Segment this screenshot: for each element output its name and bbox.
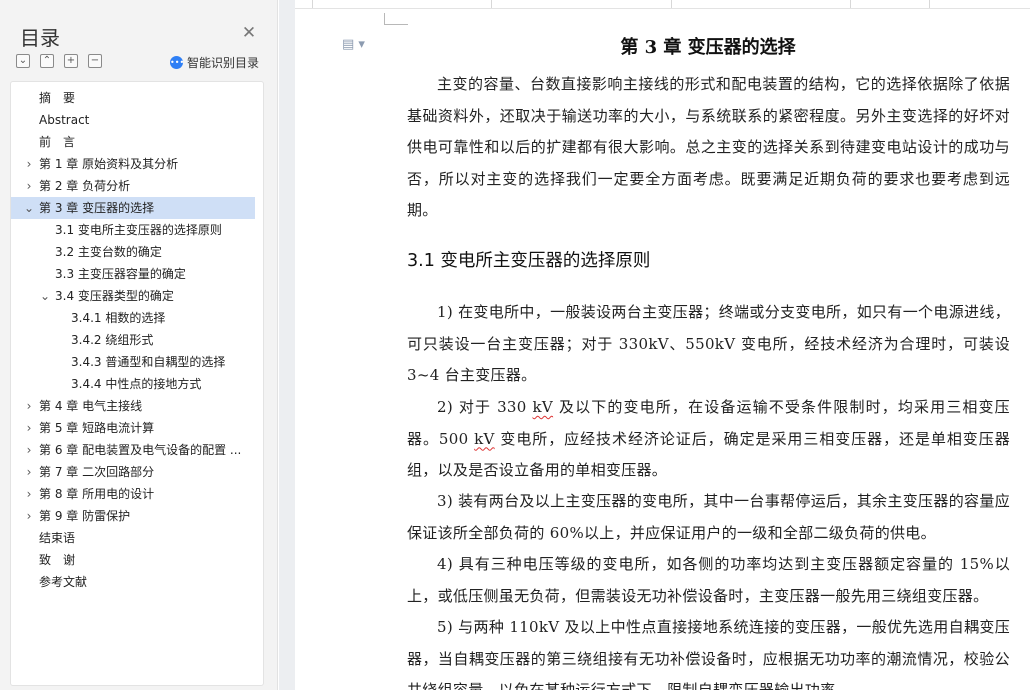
toc-item-label: 第 7 章 二次回路部分	[39, 465, 155, 479]
principle-paragraph-1: 1) 在变电所中，一般装设两台主变压器；终端或分支变电所，如只有一个电源进线，可…	[407, 303, 1010, 384]
toc-item-label: 第 8 章 所用电的设计	[39, 487, 155, 501]
remove-heading-icon[interactable]: −	[88, 54, 102, 68]
section-heading: 3.1 变电所主变压器的选择原则	[407, 251, 651, 271]
chevron-down-icon[interactable]: ⌄	[23, 197, 35, 219]
chevron-right-icon[interactable]: ›	[23, 153, 35, 175]
toc-item-label: 3.2 主变台数的确定	[55, 245, 162, 259]
document-icon[interactable]: ▤ ▾	[342, 37, 365, 52]
toc-item-label: 3.4.2 绕组形式	[71, 333, 154, 347]
toc-item-label: 第 1 章 原始资料及其分析	[39, 157, 179, 171]
toc-item[interactable]: 致 谢	[11, 549, 255, 571]
toc-item-label: 3.4 变压器类型的确定	[55, 289, 174, 303]
ruler-tick	[312, 0, 313, 8]
toc-item[interactable]: 前 言	[11, 131, 255, 153]
toc-item[interactable]: › 第 4 章 电气主接线	[11, 395, 255, 417]
spellcheck-kv-1: kV	[532, 398, 554, 416]
toc-item[interactable]: 3.4.3 普通型和自耦型的选择	[11, 351, 255, 373]
toc-item-label: 3.1 变电所主变压器的选择原则	[55, 223, 222, 237]
toc-item-label: 3.3 主变压器容量的确定	[55, 267, 186, 281]
toc-item[interactable]: 参考文献	[11, 571, 255, 593]
chevron-right-icon[interactable]: ›	[23, 175, 35, 197]
smart-toc-button[interactable]: ••• 智能识别目录	[170, 54, 259, 71]
principle-paragraph-2: 2) 对于 330 kV 及以下的变电所，在设备运输不受条件限制时，均采用三相变…	[407, 392, 1010, 487]
toc-item-label: 第 6 章 配电装置及电气设备的配置 ...	[39, 443, 242, 457]
ruler-tick	[850, 0, 851, 8]
toc-item[interactable]: 3.3 主变压器容量的确定	[11, 263, 255, 285]
chevron-right-icon[interactable]: ›	[23, 483, 35, 505]
toc-item[interactable]: › 第 7 章 二次回路部分	[11, 461, 255, 483]
nav-pane-title: 目录	[20, 26, 60, 50]
navigation-pane: 目录 ✕ ⌄ ⌃ + − ••• 智能识别目录 摘 要 Abstract 前 言 › 第…	[0, 0, 278, 690]
intro-paragraph: 主变的容量、台数直接影响主接线的形式和配电装置的结构，它的选择依据除了依据基础资…	[407, 75, 1010, 219]
ruler-tick	[929, 0, 930, 8]
toc-item-label: 第 9 章 防雷保护	[39, 509, 131, 523]
smart-toc-label: 智能识别目录	[187, 56, 260, 70]
chevron-right-icon[interactable]: ›	[23, 461, 35, 483]
toc-item-label: 第 3 章 变压器的选择	[39, 201, 155, 215]
toc-item[interactable]: 3.4.1 相数的选择	[11, 307, 255, 329]
toc-item[interactable]: 结束语	[11, 527, 255, 549]
collapse-all-icon[interactable]: ⌃	[40, 54, 54, 68]
toc-item-label: 3.4.3 普通型和自耦型的选择	[71, 355, 226, 369]
toc-item-label: 结束语	[39, 531, 76, 545]
toc-item-label: Abstract	[39, 113, 90, 127]
top-ruler	[295, 0, 1030, 9]
principle-paragraph-3: 3) 装有两台及以上主变压器的变电所，其中一台事帮停运后，其余主变压器的容量应保…	[407, 492, 1010, 542]
toc-item[interactable]: › 第 2 章 负荷分析	[11, 175, 255, 197]
chevron-right-icon[interactable]: ›	[23, 395, 35, 417]
toc-item[interactable]: 3.4.4 中性点的接地方式	[11, 373, 255, 395]
toc-item[interactable]: ⌄ 3.4 变压器类型的确定	[11, 285, 255, 307]
principle-paragraph-4: 4) 具有三种电压等级的变电所，如各侧的功率均达到主变压器额定容量的 15%以上…	[407, 555, 1010, 605]
ruler-tick	[671, 0, 672, 8]
toc-item[interactable]: ⌄ 第 3 章 变压器的选择	[11, 197, 255, 219]
toc-list: 摘 要 Abstract 前 言 › 第 1 章 原始资料及其分析 › 第 2 章 负荷分析…	[10, 81, 264, 686]
toc-item-label: 摘 要	[39, 91, 76, 105]
toc-item-label: 3.4.1 相数的选择	[71, 311, 166, 325]
toc-item[interactable]: 3.4.2 绕组形式	[11, 329, 255, 351]
principle-paragraph-5: 5) 与两种 110kV 及以上中性点直接接地系统连接的变压器，一般优先选用自耦…	[407, 618, 1010, 690]
toc-item[interactable]: › 第 5 章 短路电流计算	[11, 417, 255, 439]
toc-item[interactable]: › 第 8 章 所用电的设计	[11, 483, 255, 505]
chevron-right-icon[interactable]: ›	[23, 417, 35, 439]
p2-part-a: 2) 对于 330	[437, 398, 533, 416]
toc-item-label: 第 2 章 负荷分析	[39, 179, 131, 193]
chevron-right-icon[interactable]: ›	[23, 439, 35, 461]
toc-item[interactable]: Abstract	[11, 109, 255, 131]
toc-item-label: 参考文献	[39, 575, 88, 589]
chevron-down-icon[interactable]: ⌄	[39, 285, 51, 307]
toc-item-label: 3.4.4 中性点的接地方式	[71, 377, 202, 391]
chevron-right-icon[interactable]: ›	[23, 505, 35, 527]
p2-part-c: 变电所，应经技术经济论证后，确定是采用三相变压器，还是单相变压器组，以及是否设立…	[407, 429, 1011, 480]
toc-item[interactable]: 摘 要	[11, 87, 255, 109]
spellcheck-kv-2: kV	[474, 429, 495, 448]
toc-item-label: 致 谢	[39, 553, 76, 567]
page-corner-mark	[384, 13, 408, 25]
toc-item[interactable]: › 第 6 章 配电装置及电气设备的配置 ...	[11, 439, 255, 461]
toc-item-label: 第 4 章 电气主接线	[39, 399, 143, 413]
add-heading-icon[interactable]: +	[64, 54, 78, 68]
ruler-tick	[491, 0, 492, 8]
toc-toolbar: ⌄ ⌃ + −	[16, 54, 102, 70]
toc-item[interactable]: › 第 1 章 原始资料及其分析	[11, 153, 255, 175]
toc-item-label: 第 5 章 短路电流计算	[39, 421, 155, 435]
close-icon[interactable]: ✕	[240, 24, 258, 42]
chapter-title: 第 3 章 变压器的选择	[620, 37, 796, 58]
expand-all-icon[interactable]: ⌄	[16, 54, 30, 68]
smart-toc-icon: •••	[170, 56, 185, 69]
toc-item[interactable]: › 第 9 章 防雷保护	[11, 505, 255, 527]
toc-item[interactable]: 3.2 主变台数的确定	[11, 241, 255, 263]
toc-item[interactable]: 3.1 变电所主变压器的选择原则	[11, 219, 255, 241]
toc-item-label: 前 言	[39, 135, 76, 149]
